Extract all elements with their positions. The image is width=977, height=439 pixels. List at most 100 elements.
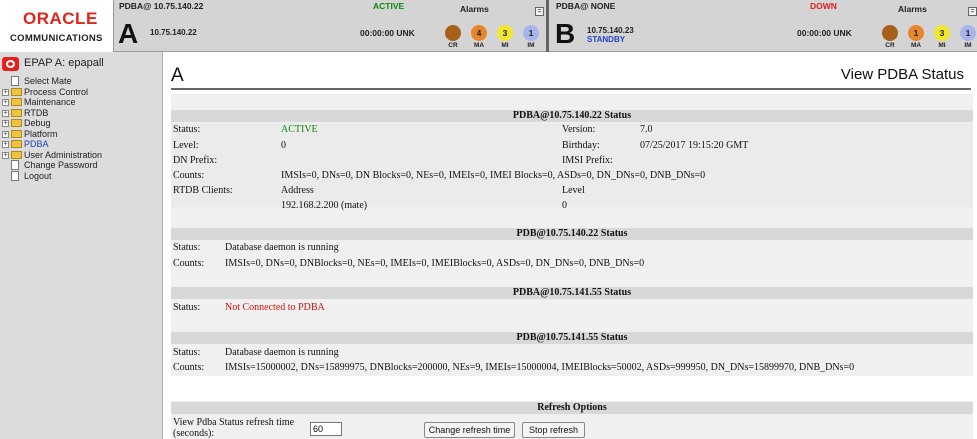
pdb-remote-status-value: Database daemon is running xyxy=(225,347,339,358)
logo-communications-text: COMMUNICATIONS xyxy=(10,33,103,44)
panel-b-time: 00:00:00 UNK xyxy=(797,28,852,38)
panel-a-alarm-mi[interactable]: 3 xyxy=(497,25,513,41)
refresh-time-label: View Pdba Status refresh time xyxy=(173,417,295,428)
sidebar-item-maintenance[interactable]: + Maintenance xyxy=(0,97,163,108)
panel-b-status: DOWN xyxy=(810,1,837,11)
document-icon xyxy=(11,160,19,170)
panel-a-alarms-heading: Alarms xyxy=(460,4,489,14)
sidebar-title-text: EPAP A: epapall xyxy=(24,57,104,69)
panel-a-letter: A xyxy=(118,18,139,49)
panel-a-minimize-icon[interactable]: = xyxy=(535,7,544,16)
pdba-local-counts-value: IMSIs=0, DNs=0, DN Blocks=0, NEs=0, IMEI… xyxy=(281,170,706,181)
pdb-local-counts-value: IMSIs=0, DNs=0, DNBlocks=0, NEs=0, IMEIs… xyxy=(225,258,645,269)
status-content: PDBA@10.75.140.22 Status Status: ACTIVE … xyxy=(171,94,973,439)
logo-oracle-text: ORACLE xyxy=(23,9,98,28)
oracle-logo: ORACLE COMMUNICATIONS xyxy=(0,0,114,52)
header-bar: ORACLE COMMUNICATIONS PDBA@ 10.75.140.22… xyxy=(0,0,977,52)
panel-b-ip: 10.75.140.23 xyxy=(587,26,634,35)
sidebar-item-pdba[interactable]: + PDBA xyxy=(0,139,163,150)
sidebar-item-label: Logout xyxy=(24,170,52,181)
expand-icon[interactable]: + xyxy=(2,141,9,148)
expand-icon[interactable]: + xyxy=(2,88,9,96)
panel-b-alarm-ma[interactable]: 1 xyxy=(908,25,924,41)
panel-a-alarm-im[interactable]: 1 xyxy=(523,25,539,41)
document-icon xyxy=(11,76,19,86)
sidebar-item-change-password[interactable]: Change Password xyxy=(0,160,163,171)
change-refresh-time-button[interactable]: Change refresh time xyxy=(424,422,515,438)
sidebar-item-process-control[interactable]: + Process Control xyxy=(0,87,163,98)
panel-a-status: ACTIVE xyxy=(373,1,405,11)
folder-icon xyxy=(11,129,22,138)
oracle-o-icon xyxy=(2,57,19,71)
sidebar-item-user-administration[interactable]: + User Administration xyxy=(0,150,163,161)
pdba-remote-heading: PDBA@10.75.141.55 Status xyxy=(171,287,973,299)
sidebar-item-label: Maintenance xyxy=(24,97,76,107)
panel-b-alarm-im[interactable]: 1 xyxy=(960,25,976,41)
panel-b-role: STANDBY xyxy=(587,35,626,44)
sidebar-item-rtdb[interactable]: + RTDB xyxy=(0,108,163,119)
sidebar-item-label: PDBA xyxy=(24,139,49,149)
pdba-local-status-value: ACTIVE xyxy=(281,124,318,135)
panel-a-alarm-cr[interactable] xyxy=(445,25,461,41)
pdba-local-dn-prefix-label: DN Prefix: xyxy=(173,155,218,166)
rtdb-clients-address-header: Address xyxy=(281,185,314,196)
sidebar: EPAP A: epapall Select Mate + Process Co… xyxy=(0,52,163,439)
pdba-local-counts-label: Counts: xyxy=(173,170,205,181)
pdba-remote-status-label: Status: xyxy=(173,302,201,313)
sidebar-item-label: RTDB xyxy=(24,107,49,118)
panel-b-alarm-mi-label: MI xyxy=(938,42,946,49)
pdb-remote-status-label: Status: xyxy=(173,347,201,358)
pdba-local-level-value: 0 xyxy=(281,140,286,151)
expand-icon[interactable]: + xyxy=(2,109,9,117)
stop-refresh-button[interactable]: Stop refresh xyxy=(522,422,585,438)
refresh-options-heading: Refresh Options xyxy=(171,402,973,414)
folder-icon xyxy=(11,119,22,127)
rtdb-client-address: 192.168.2.200 (mate) xyxy=(281,200,368,211)
sidebar-item-select-mate[interactable]: Select Mate xyxy=(0,76,163,87)
rtdb-clients-level-header: Level xyxy=(562,185,585,196)
pdba-local-level-label: Level: xyxy=(173,140,199,151)
pdb-remote-counts-label: Counts: xyxy=(173,362,205,373)
expand-icon[interactable]: + xyxy=(2,99,9,106)
page-title: A xyxy=(171,65,184,86)
expand-icon[interactable]: + xyxy=(2,120,9,127)
panel-a-alarm-mi-label: MI xyxy=(501,42,509,49)
panel-b-alarm-cr[interactable] xyxy=(882,25,898,41)
panel-b-alarm-ma-label: MA xyxy=(910,42,922,49)
panel-b-letter: B xyxy=(555,18,576,49)
expand-icon[interactable]: + xyxy=(2,130,9,138)
server-panel-a: PDBA@ 10.75.140.22 A 10.75.140.22 ACTIVE… xyxy=(115,0,549,52)
folder-icon xyxy=(11,150,22,159)
panel-b-alarm-mi[interactable]: 3 xyxy=(934,25,950,41)
sidebar-item-logout[interactable]: Logout xyxy=(0,170,163,182)
panel-b-label: PDBA@ NONE xyxy=(556,1,616,11)
panel-b-minimize-icon[interactable]: = xyxy=(968,7,977,16)
panel-b-alarms-heading: Alarms xyxy=(898,4,927,14)
pdba-local-birthday-value: 07/25/2017 19:15:20 GMT xyxy=(640,140,749,151)
pdb-remote-heading: PDB@10.75.141.55 Status xyxy=(171,332,973,344)
sidebar-item-label: Debug xyxy=(24,118,51,128)
pdba-local-rtdb-clients-label: RTDB Clients: xyxy=(173,185,233,196)
pdba-local-version-label: Version: xyxy=(562,124,596,135)
document-icon xyxy=(11,170,19,181)
folder-icon xyxy=(11,87,22,96)
panel-b-alarm-im-label: IM xyxy=(964,42,972,49)
pdba-local-version-value: 7.0 xyxy=(640,124,653,135)
refresh-time-label-unit: (seconds): xyxy=(173,428,215,439)
pdb-local-counts-label: Counts: xyxy=(173,258,205,269)
refresh-time-input[interactable] xyxy=(310,422,342,436)
panel-a-alarm-ma-label: MA xyxy=(473,42,485,49)
pdb-remote-counts-value: IMSIs=15000002, DNs=15899975, DNBlocks=2… xyxy=(225,362,855,373)
pdba-local-heading: PDBA@10.75.140.22 Status xyxy=(171,110,973,122)
sidebar-item-platform[interactable]: + Platform xyxy=(0,129,163,140)
sidebar-item-debug[interactable]: + Debug xyxy=(0,118,163,129)
sidebar-item-label: Platform xyxy=(24,128,58,139)
expand-icon[interactable]: + xyxy=(2,151,9,159)
panel-a-alarm-ma[interactable]: 4 xyxy=(471,25,487,41)
panel-a-label: PDBA@ 10.75.140.22 xyxy=(119,1,204,11)
server-panel-b: PDBA@ NONE B 10.75.140.23 STANDBY DOWN 0… xyxy=(552,0,977,52)
title-divider xyxy=(171,88,971,90)
folder-icon xyxy=(11,98,22,106)
panel-a-ip: 10.75.140.22 xyxy=(150,28,197,37)
pdba-remote-status-value: Not Connected to PDBA xyxy=(225,302,325,313)
